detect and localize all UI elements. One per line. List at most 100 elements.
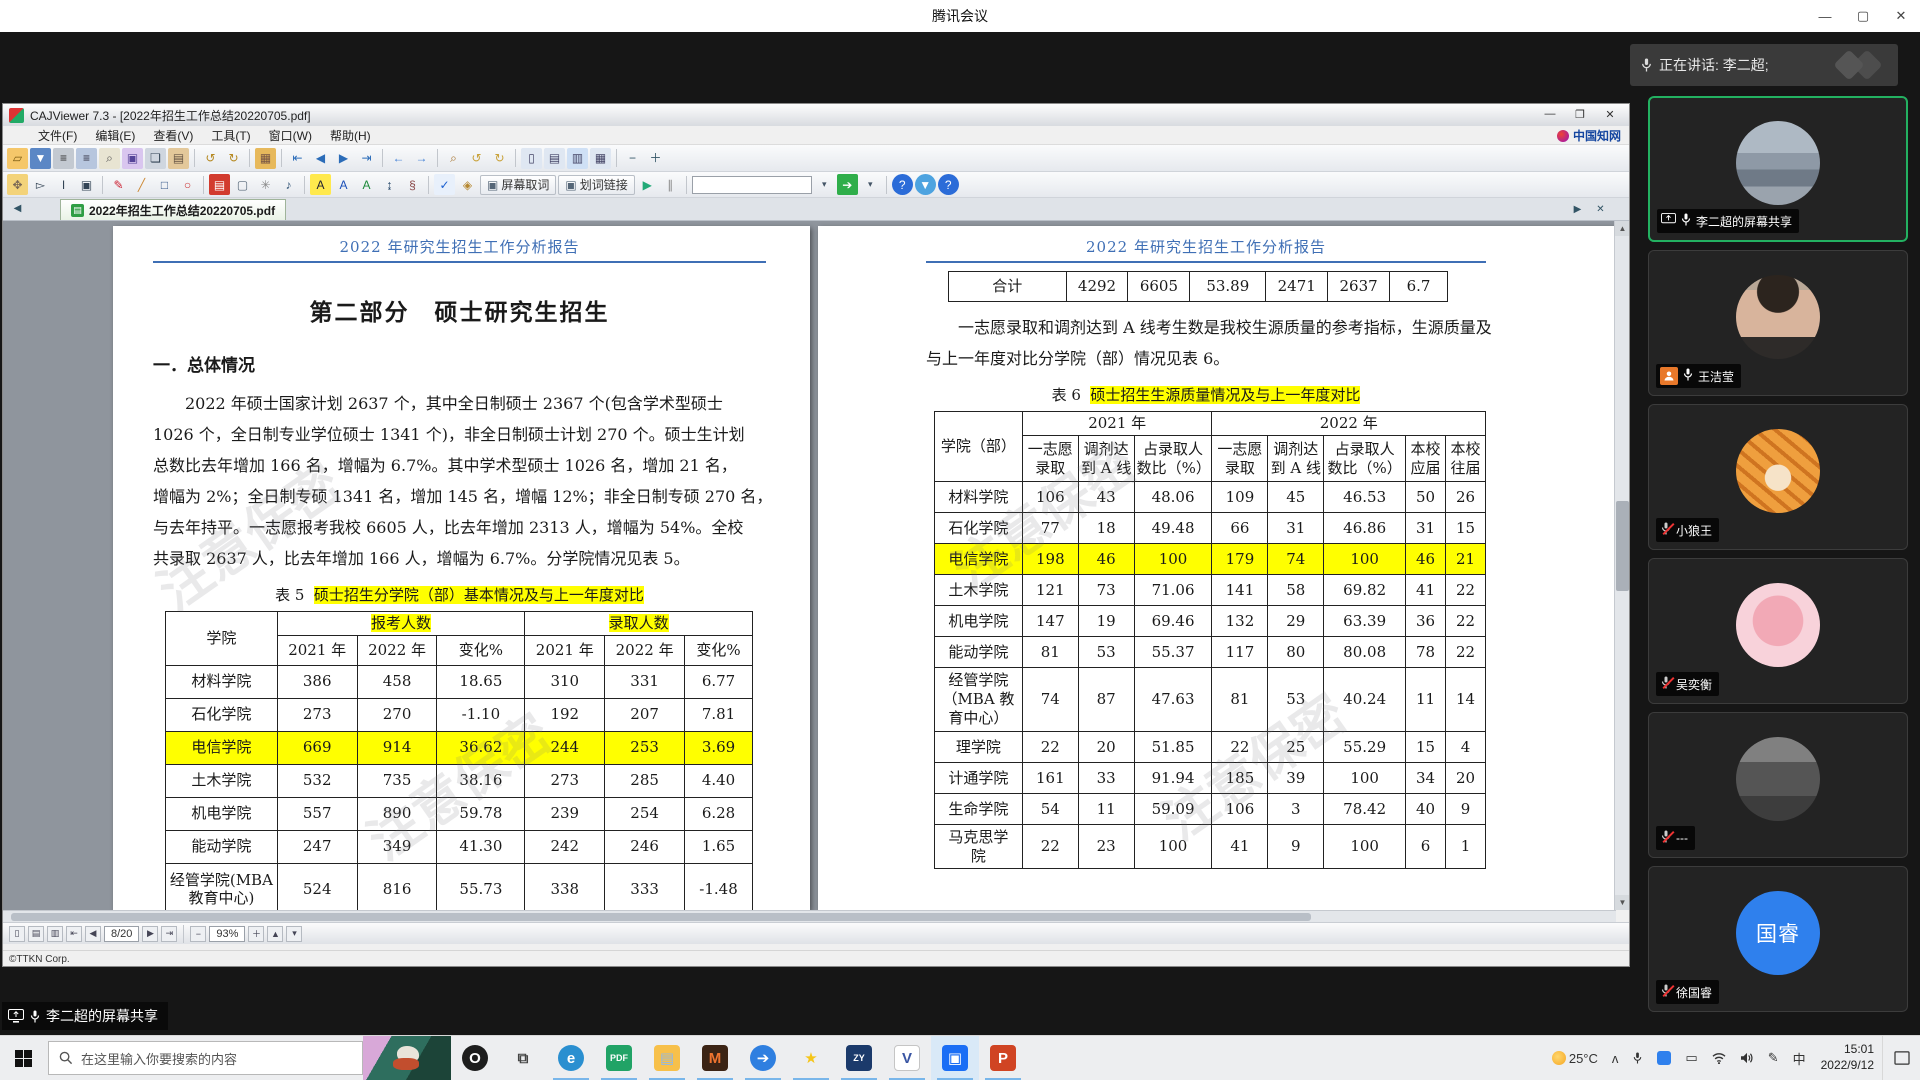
participant-tile[interactable]: 国睿徐国睿 — [1648, 866, 1908, 1012]
tray-device-icon[interactable]: ▭ — [1678, 1036, 1704, 1080]
last-page-icon[interactable]: ⇥ — [356, 148, 377, 169]
taskbar-search-input[interactable]: 在这里输入你要搜索的内容 — [48, 1041, 363, 1075]
zoom-in-icon[interactable]: ＋ — [645, 148, 666, 169]
first-page-icon[interactable]: ⇤ — [287, 148, 308, 169]
search-dropdown-icon[interactable]: ▾ — [814, 174, 835, 195]
attach-icon[interactable]: ▢ — [232, 174, 253, 195]
vertical-scroll-thumb[interactable] — [1616, 501, 1629, 591]
tray-network-icon[interactable] — [1705, 1036, 1733, 1080]
app-zy[interactable]: ZY — [835, 1036, 883, 1080]
properties-icon[interactable]: ▦ — [255, 148, 276, 169]
paste-icon[interactable]: ▤ — [168, 148, 189, 169]
app-file-explorer[interactable]: ▤ — [643, 1036, 691, 1080]
tray-expand-icon[interactable]: ʌ — [1605, 1036, 1626, 1080]
layout-book-icon[interactable]: ▦ — [590, 148, 611, 169]
layout-single-icon[interactable]: ▯ — [521, 148, 542, 169]
zoom-up-icon[interactable]: ▲ — [267, 926, 283, 942]
app-star[interactable]: ★ — [787, 1036, 835, 1080]
notification-center-icon[interactable] — [1882, 1036, 1920, 1080]
menu-item[interactable]: 编辑(E) — [86, 126, 144, 144]
app-matlab[interactable]: M — [691, 1036, 739, 1080]
font-color-icon[interactable]: A — [333, 174, 354, 195]
ellipse-icon[interactable]: ○ — [177, 174, 198, 195]
menu-item[interactable]: 文件(F) — [29, 126, 86, 144]
download-help-icon[interactable]: ▼ — [915, 174, 936, 195]
zoom-indicator[interactable]: 93% — [209, 926, 245, 942]
gear-icon[interactable]: ✳ — [255, 174, 276, 195]
participant-tile[interactable]: --- — [1648, 712, 1908, 858]
view-single-icon[interactable]: ▯ — [9, 926, 25, 942]
prev-page-icon[interactable]: ◀ — [85, 926, 101, 942]
tray-volume-icon[interactable] — [1733, 1036, 1761, 1080]
anchor-icon[interactable]: ↨ — [379, 174, 400, 195]
check-tool-icon[interactable]: ✓ — [434, 174, 455, 195]
vertical-scrollbar[interactable]: ▲ ▼ — [1614, 221, 1629, 910]
next-page-icon[interactable]: ▶ — [142, 926, 158, 942]
document-tab[interactable]: ▤ 2022年招生工作总结20220705.pdf — [60, 199, 286, 220]
cajviewer-titlebar[interactable]: CAJViewer 7.3 - [2022年招生工作总结20220705.pdf… — [3, 104, 1629, 126]
undo-icon[interactable]: ↺ — [200, 148, 221, 169]
menu-item[interactable]: 查看(V) — [144, 126, 202, 144]
note-icon[interactable]: ▤ — [209, 174, 230, 195]
screen-ocr-button[interactable]: ▣屏幕取词 — [480, 175, 556, 195]
zoom-in-icon[interactable]: ＋ — [248, 926, 264, 942]
participant-tile[interactable]: 李二超的屏幕共享 — [1648, 96, 1908, 242]
app-task-view[interactable]: ⧉ — [499, 1036, 547, 1080]
app-edge[interactable]: e — [547, 1036, 595, 1080]
page-indicator[interactable]: 8/20 — [104, 926, 139, 942]
weather-indicator[interactable]: 25°C — [1545, 1036, 1605, 1080]
redo-icon[interactable]: ↻ — [223, 148, 244, 169]
forward-icon[interactable]: → — [411, 148, 432, 169]
start-button[interactable] — [0, 1036, 46, 1080]
view-continuous-icon[interactable]: ▤ — [28, 926, 44, 942]
tab-close-icon[interactable]: ✕ — [1590, 199, 1611, 220]
stamp-icon[interactable]: ▣ — [122, 148, 143, 169]
app-tencent-meeting[interactable]: ▣ — [931, 1036, 979, 1080]
link-icon[interactable]: § — [402, 174, 423, 195]
select-tool-icon[interactable]: ▻ — [30, 174, 51, 195]
app-pdf-reader[interactable]: PDF — [595, 1036, 643, 1080]
preview-icon[interactable]: ⌕ — [99, 148, 120, 169]
pause-icon[interactable]: ∥ — [660, 174, 681, 195]
last-page-icon[interactable]: ⇥ — [161, 926, 177, 942]
first-page-icon[interactable]: ⇤ — [66, 926, 82, 942]
print-setup-icon[interactable]: ≡ — [76, 148, 97, 169]
hand-tool-icon[interactable]: ✥ — [7, 174, 28, 195]
find-icon[interactable]: ⌕ — [443, 148, 464, 169]
participant-tile[interactable]: 小狼王 — [1648, 404, 1908, 550]
pencil-icon[interactable]: ✎ — [108, 174, 129, 195]
print-icon[interactable]: ≡ — [53, 148, 74, 169]
prev-page-icon[interactable]: ◀ — [310, 148, 331, 169]
app-office-v[interactable]: V — [883, 1036, 931, 1080]
document-canvas[interactable]: 注意保密 注意保密 2022 年研究生招生工作分析报告 第二部分 硕士研究生招生… — [3, 221, 1630, 910]
horizontal-scrollbar[interactable] — [3, 910, 1616, 922]
minimize-icon[interactable]: — — [1806, 0, 1844, 32]
tab-scroll-left-icon[interactable]: ◀ — [7, 198, 28, 219]
scroll-down-icon[interactable]: ▼ — [1615, 895, 1630, 910]
scroll-up-icon[interactable]: ▲ — [1615, 221, 1630, 236]
rect-icon[interactable]: □ — [154, 174, 175, 195]
taskbar-clock[interactable]: 15:01 2022/9/12 — [1813, 1042, 1882, 1073]
menu-item[interactable]: 窗口(W) — [260, 126, 321, 144]
back-icon[interactable]: ← — [388, 148, 409, 169]
next-page-icon[interactable]: ▶ — [333, 148, 354, 169]
horizontal-scroll-thumb[interactable] — [11, 913, 1311, 921]
word-link-button[interactable]: ▣划词链接 — [558, 175, 634, 195]
app-powerpoint[interactable]: P — [979, 1036, 1027, 1080]
rotate-left-icon[interactable]: ↺ — [466, 148, 487, 169]
rotate-right-icon[interactable]: ↻ — [489, 148, 510, 169]
view-facing-icon[interactable]: ▥ — [47, 926, 63, 942]
tray-app-blue-icon[interactable] — [1650, 1036, 1678, 1080]
layout-facing-icon[interactable]: ▥ — [567, 148, 588, 169]
menu-item[interactable]: 帮助(H) — [321, 126, 380, 144]
zoom-menu-icon[interactable]: ▾ — [286, 926, 302, 942]
text-select-icon[interactable]: I — [53, 174, 74, 195]
snapshot-icon[interactable]: ▣ — [76, 174, 97, 195]
maximize-icon[interactable]: ▢ — [1844, 0, 1882, 32]
highlight-text-icon[interactable]: A — [310, 174, 331, 195]
help-icon[interactable]: ? — [892, 174, 913, 195]
open-icon[interactable]: ▱ — [7, 148, 28, 169]
ime-indicator[interactable]: 中 — [1786, 1036, 1813, 1080]
caj-minimize-icon[interactable]: — — [1535, 103, 1565, 125]
go-dropdown-icon[interactable]: ▾ — [860, 174, 881, 195]
